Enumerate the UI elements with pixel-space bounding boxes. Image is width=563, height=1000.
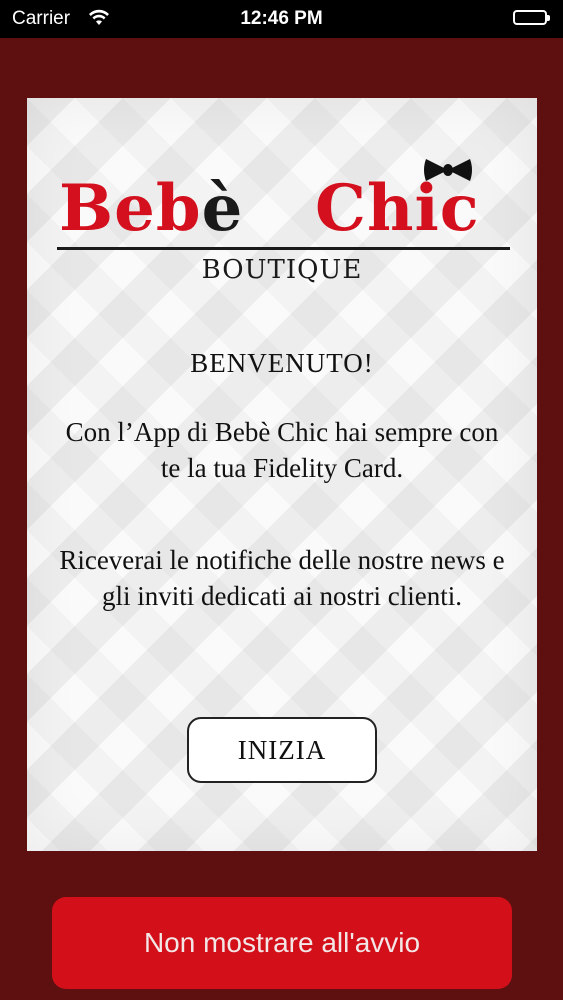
logo-subtitle: BOUTIQUE [201, 255, 363, 285]
status-time: 12:46 PM [240, 8, 323, 29]
battery-icon [513, 10, 550, 25]
welcome-paragraph-fidelity: Con l’App di Bebè Chic hai sempre con te… [65, 417, 499, 483]
welcome-title: BENVENUTO! [190, 348, 374, 378]
logo-word-chic: Chic [315, 171, 480, 246]
logo-word-bebe: Bebè [59, 171, 244, 246]
brand-logo: Bebè Chic BOUTIQUE [57, 159, 510, 285]
welcome-card: Bebè Chic BOUTIQUE BENVENUTO! Con l’App … [27, 98, 537, 851]
dont-show-at-startup-button[interactable]: Non mostrare all'avvio [52, 897, 512, 989]
logo-divider [57, 247, 510, 250]
bow-tie-icon [424, 159, 472, 181]
start-button[interactable]: INIZIA [187, 717, 377, 783]
status-bar: Carrier 12:46 PM [0, 0, 563, 38]
welcome-paragraph-notifications: Riceverai le notifiche delle nostre news… [59, 545, 505, 611]
